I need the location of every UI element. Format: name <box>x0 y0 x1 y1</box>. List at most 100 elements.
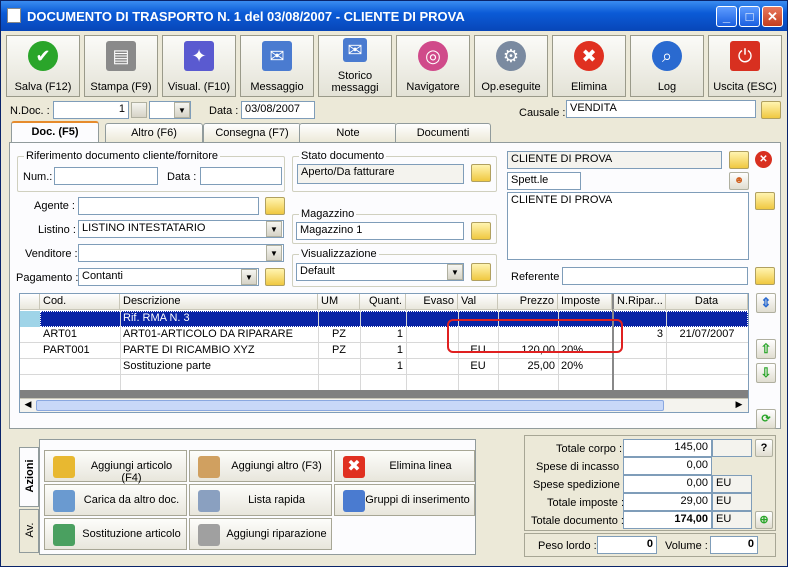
chevron-down-icon[interactable]: ▼ <box>447 264 463 280</box>
chevron-down-icon[interactable]: ▼ <box>266 221 282 237</box>
close-button[interactable]: ✕ <box>762 6 783 27</box>
scroll-left-icon[interactable]: ◀ <box>21 399 35 412</box>
cell-cod[interactable]: ART01 <box>40 327 120 343</box>
add-repair-button[interactable]: Aggiungi riparazione <box>189 518 332 550</box>
operations-button[interactable]: ⚙ Op.eseguite <box>474 35 548 97</box>
date-field[interactable]: 03/08/2007 <box>241 101 315 119</box>
remove-client-icon[interactable]: ✕ <box>755 151 772 168</box>
cell-qty[interactable]: 1 <box>360 343 406 359</box>
ndoc-field[interactable]: 1 <box>53 101 129 119</box>
replace-article-button[interactable]: Sostituzione articolo <box>44 518 187 550</box>
volume-field[interactable]: 0 <box>710 536 758 554</box>
print-button[interactable]: ▤ Stampa (F9) <box>84 35 158 97</box>
quick-list-button[interactable]: Lista rapida <box>189 484 332 516</box>
tab-documenti[interactable]: Documenti <box>395 123 491 142</box>
message-button[interactable]: ✉ Messaggio <box>240 35 314 97</box>
move-up-icon[interactable]: ⇧ <box>756 339 776 359</box>
cell-imposte[interactable]: 20% <box>558 359 612 375</box>
rif-num-field[interactable] <box>54 167 158 185</box>
scroll-right-icon[interactable]: ▶ <box>732 399 746 412</box>
cell-um[interactable]: PZ <box>318 327 360 343</box>
tab-note[interactable]: Note <box>299 123 397 142</box>
delete-line-button[interactable]: ✖ Elimina linea <box>334 450 475 482</box>
column-header[interactable]: Cod. <box>40 294 120 310</box>
cell-desc[interactable]: PARTE DI RICAMBIO XYZ <box>120 343 318 359</box>
tab-consegna[interactable]: Consegna (F7) <box>203 123 301 142</box>
righe-grid[interactable]: Cod. Descrizione UM Quant. Evaso Val Pre… <box>19 293 749 413</box>
cell-desc[interactable]: ART01-ARTICOLO DA RIPARARE <box>120 327 318 343</box>
agente-field[interactable] <box>78 197 259 215</box>
message-history-button[interactable]: ✉ Storico messaggi <box>318 35 392 97</box>
referente-field[interactable] <box>562 267 748 285</box>
listino-select[interactable]: LISTINO INTESTATARIO <box>78 220 284 238</box>
magazzino-field[interactable]: Magazzino 1 <box>296 222 464 240</box>
delete-button[interactable]: ✖ Elimina <box>552 35 626 97</box>
folder-icon[interactable] <box>471 164 491 182</box>
folder-icon[interactable] <box>761 101 781 119</box>
help-icon[interactable]: ? <box>755 439 773 457</box>
cliente-prefix-field[interactable]: Spett.le <box>507 172 581 190</box>
actions-side-tab[interactable]: Azioni <box>19 447 39 507</box>
navigator-button[interactable]: ◎ Navigatore <box>396 35 470 97</box>
column-header[interactable]: Prezzo <box>498 294 558 310</box>
tab-doc[interactable]: Doc. (F5) <box>11 121 99 143</box>
venditore-select[interactable] <box>78 244 284 262</box>
folder-icon[interactable] <box>265 197 285 215</box>
load-from-doc-button[interactable]: Carica da altro doc. <box>44 484 187 516</box>
scrollbar-thumb[interactable] <box>36 400 664 411</box>
cell-qty[interactable]: 1 <box>360 327 406 343</box>
folder-icon[interactable] <box>755 267 775 285</box>
peso-field[interactable]: 0 <box>597 536 657 554</box>
column-header[interactable]: Evaso <box>406 294 458 310</box>
causale-field[interactable]: VENDITA <box>566 100 756 118</box>
chevron-down-icon[interactable]: ▼ <box>266 245 282 261</box>
column-header[interactable]: Data <box>666 294 748 310</box>
column-header[interactable]: UM <box>318 294 360 310</box>
exit-button[interactable]: ⏻ Uscita (ESC) <box>708 35 782 97</box>
horizontal-scrollbar[interactable]: ◀ ▶ <box>20 398 748 412</box>
cell-desc[interactable]: Sostituzione parte <box>120 359 318 375</box>
title-bar: DOCUMENTO DI TRASPORTO N. 1 del 03/08/20… <box>1 1 787 31</box>
user-icon[interactable]: ☻ <box>729 172 749 190</box>
advanced-side-tab[interactable]: Av. <box>19 509 39 553</box>
tab-altro[interactable]: Altro (F6) <box>105 123 203 142</box>
column-header[interactable]: Imposte <box>558 294 612 310</box>
rif-date-field[interactable] <box>200 167 282 185</box>
folder-icon[interactable] <box>471 222 491 240</box>
preview-button[interactable]: ✦ Visual. (F10) <box>162 35 236 97</box>
add-article-button[interactable]: Aggiungi articolo (F4) <box>44 450 187 484</box>
pagamento-select[interactable]: Contanti <box>78 268 259 286</box>
folder-icon[interactable] <box>729 151 749 169</box>
column-header[interactable]: Val <box>458 294 498 310</box>
zoom-icon[interactable]: ⊕ <box>755 511 773 529</box>
visual-select[interactable]: Default <box>296 263 464 281</box>
main-window: DOCUMENTO DI TRASPORTO N. 1 del 03/08/20… <box>0 0 788 567</box>
cell-um[interactable]: PZ <box>318 343 360 359</box>
refresh-icon[interactable]: ⟳ <box>756 409 776 429</box>
folder-icon[interactable] <box>471 263 491 281</box>
maximize-button[interactable]: □ <box>739 6 760 27</box>
cell-cod[interactable]: PART001 <box>40 343 120 359</box>
total-unit <box>712 439 752 457</box>
move-down-icon[interactable]: ⇩ <box>756 363 776 383</box>
insert-groups-button[interactable]: Gruppi di inserimento <box>334 484 475 516</box>
ndoc-suffix-button[interactable] <box>131 102 147 118</box>
cell-val[interactable]: EU <box>458 359 498 375</box>
chevron-down-icon[interactable]: ▼ <box>174 102 190 118</box>
log-button[interactable]: ⌕ Log <box>630 35 704 97</box>
save-button[interactable]: ✔ Salva (F12) <box>6 35 80 97</box>
cell-qty[interactable]: 1 <box>360 359 406 375</box>
cell-prezzo[interactable]: 25,00 <box>498 359 558 375</box>
move-top-icon[interactable]: ⇕ <box>756 293 776 313</box>
column-header[interactable]: N.Ripar... <box>612 294 666 310</box>
minimize-button[interactable]: _ <box>716 6 737 27</box>
folder-icon[interactable] <box>265 268 285 286</box>
cliente-address-field[interactable]: CLIENTE DI PROVA <box>507 192 749 260</box>
column-header[interactable]: Descrizione <box>120 294 318 310</box>
column-header[interactable]: Quant. <box>360 294 406 310</box>
folder-icon[interactable] <box>755 192 775 210</box>
add-other-button[interactable]: Aggiungi altro (F3) <box>189 450 332 482</box>
cell-data[interactable]: 21/07/2007 <box>666 327 748 343</box>
chevron-down-icon[interactable]: ▼ <box>241 269 257 285</box>
ndoc-label: N.Doc. : <box>10 105 50 117</box>
